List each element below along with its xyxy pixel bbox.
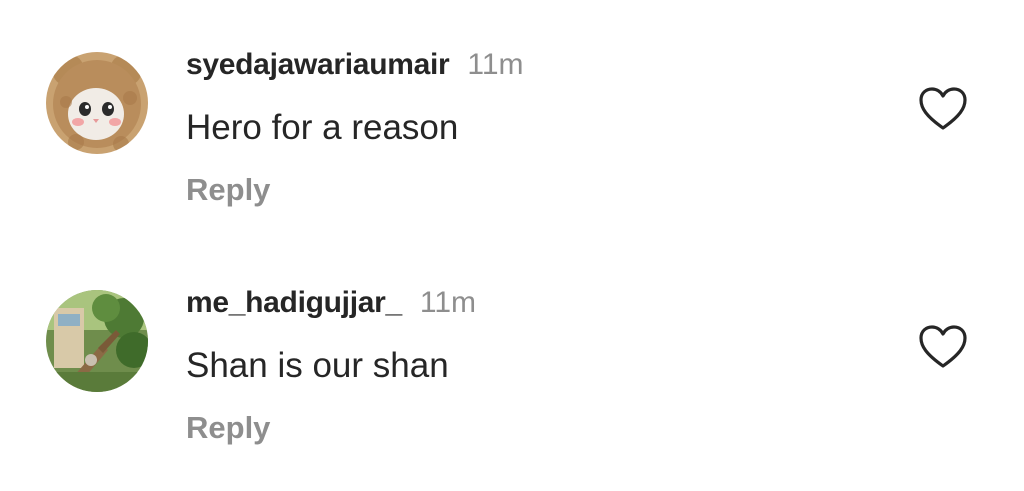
comment-item: me_hadigujjar_ 11m Shan is our shan Repl… bbox=[0, 240, 1024, 445]
heart-outline-icon[interactable] bbox=[918, 324, 968, 370]
timestamp: 11m bbox=[467, 48, 524, 81]
avatar[interactable] bbox=[46, 52, 148, 154]
comment-meta: me_hadigujjar_ 11m bbox=[186, 286, 476, 326]
comment-meta: syedajawariaumair 11m bbox=[186, 48, 524, 88]
avatar[interactable] bbox=[46, 290, 148, 392]
comment-item: syedajawariaumair 11m Hero for a reason … bbox=[0, 0, 1024, 207]
comment-text: Hero for a reason bbox=[186, 108, 459, 147]
reply-button[interactable]: Reply bbox=[186, 410, 270, 446]
reply-button[interactable]: Reply bbox=[186, 172, 270, 208]
username[interactable]: syedajawariaumair bbox=[186, 48, 450, 82]
username[interactable]: me_hadigujjar_ bbox=[186, 286, 402, 320]
timestamp: 11m bbox=[419, 286, 477, 319]
comment-text: Shan is our shan bbox=[186, 346, 449, 385]
heart-outline-icon[interactable] bbox=[918, 86, 968, 132]
